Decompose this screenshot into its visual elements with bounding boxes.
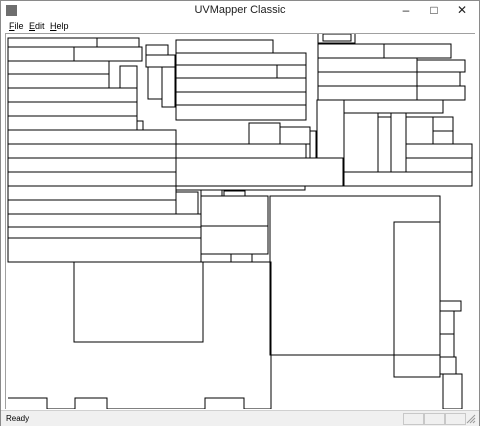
title-bar[interactable]: UVMapper Classic – □ ✕	[1, 1, 479, 20]
uv-map-canvas[interactable]	[5, 33, 475, 409]
uv-island	[416, 85, 466, 101]
maximize-button[interactable]: □	[421, 3, 447, 17]
uv-island	[73, 46, 143, 62]
uv-island	[175, 143, 307, 159]
uv-island	[317, 71, 418, 87]
uv-island	[145, 44, 169, 56]
uv-island	[439, 356, 457, 375]
uv-island	[7, 185, 177, 201]
uv-island	[390, 112, 407, 173]
app-window: UVMapper Classic – □ ✕ File Edit Help Re…	[0, 0, 480, 426]
uv-island	[393, 221, 441, 378]
status-panel	[445, 413, 466, 425]
uv-island	[416, 71, 461, 87]
uv-island	[175, 104, 307, 121]
uv-island	[145, 54, 176, 68]
uv-island	[147, 66, 163, 100]
uv-wireframe	[7, 34, 473, 409]
resize-grip-icon[interactable]	[466, 414, 476, 424]
uv-island	[136, 120, 144, 131]
status-panel	[403, 413, 424, 425]
uv-island	[322, 34, 352, 42]
uv-island	[7, 60, 110, 75]
uv-island	[7, 115, 138, 131]
uv-island	[432, 116, 454, 132]
uv-island	[317, 85, 418, 101]
uv-island	[200, 225, 269, 255]
uv-island	[7, 143, 177, 159]
status-panel	[424, 413, 445, 425]
uv-island	[269, 195, 441, 356]
uv-island	[8, 261, 272, 409]
uv-island	[175, 39, 274, 54]
menu-help[interactable]: Help	[50, 21, 69, 31]
uv-island	[432, 130, 454, 145]
uv-island	[175, 185, 306, 191]
uv-island	[405, 157, 473, 173]
uv-island	[7, 87, 138, 103]
menu-file[interactable]: File	[9, 21, 24, 31]
uv-island	[7, 171, 177, 187]
uv-island	[7, 101, 138, 117]
status-bar: Ready	[1, 410, 479, 426]
uv-island	[119, 65, 138, 89]
uv-island	[343, 171, 473, 187]
uv-map-drawing[interactable]	[6, 34, 475, 409]
uv-island	[7, 226, 202, 239]
uv-island	[442, 373, 463, 409]
uv-island	[317, 43, 385, 59]
menu-edit[interactable]: Edit	[29, 21, 45, 31]
uv-island	[200, 189, 223, 197]
uv-island	[7, 129, 177, 145]
uv-island	[7, 213, 202, 228]
uv-island	[316, 99, 345, 159]
status-text: Ready	[6, 414, 30, 423]
uv-island	[343, 99, 444, 114]
uv-island	[175, 191, 199, 215]
uv-island	[317, 34, 356, 44]
uv-island	[276, 64, 307, 79]
minimize-button[interactable]: –	[393, 3, 419, 17]
uv-island	[175, 64, 278, 79]
close-icon: ✕	[456, 3, 468, 17]
uv-island	[161, 66, 176, 108]
uv-island	[405, 116, 434, 145]
uv-island	[73, 261, 204, 343]
uv-island	[439, 300, 462, 312]
uv-island	[200, 253, 232, 263]
close-button[interactable]: ✕	[449, 3, 475, 17]
uv-island	[383, 43, 452, 59]
uv-island	[309, 130, 317, 159]
uv-island	[439, 333, 455, 358]
uv-island	[7, 46, 75, 62]
uv-island	[405, 143, 473, 159]
uv-island	[175, 52, 307, 66]
uv-island	[7, 199, 177, 215]
uv-island	[7, 73, 110, 89]
uv-island	[175, 157, 344, 187]
uv-island	[175, 91, 307, 106]
minimize-icon: –	[402, 3, 410, 17]
uv-island	[7, 37, 98, 48]
uv-island	[7, 237, 202, 263]
uv-island	[343, 112, 379, 173]
uv-island	[439, 310, 455, 335]
uv-island	[223, 190, 246, 197]
uv-island	[200, 195, 269, 227]
uv-island	[248, 122, 281, 145]
uv-island	[279, 126, 311, 145]
menu-bar: File Edit Help	[1, 20, 479, 33]
uv-island	[175, 77, 307, 93]
uv-island	[377, 116, 392, 173]
uv-island	[96, 37, 140, 48]
maximize-icon: □	[430, 3, 438, 17]
uv-island	[7, 157, 177, 173]
uv-island	[416, 59, 466, 73]
uv-island	[317, 57, 418, 73]
uv-island	[230, 253, 253, 263]
